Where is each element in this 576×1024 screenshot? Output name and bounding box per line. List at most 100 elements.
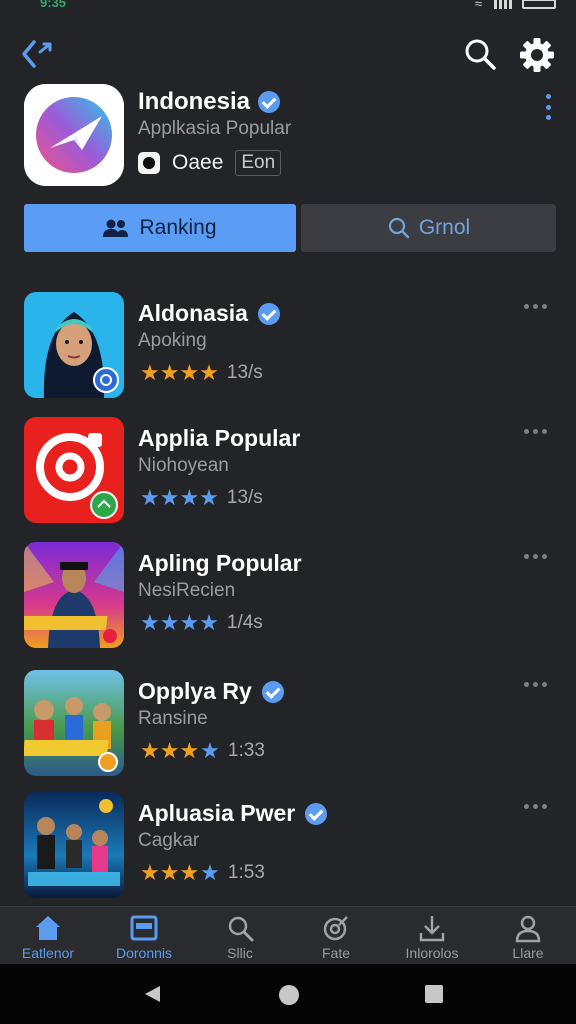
dot-icon xyxy=(545,104,551,110)
dot-icon xyxy=(542,804,547,809)
nav-label: Fate xyxy=(321,945,350,961)
list-item[interactable]: Applia Popular Niohoyean ★★★★ 13/s xyxy=(0,417,576,527)
battery-icon xyxy=(522,0,556,9)
tab-grnol[interactable]: Grnol xyxy=(301,204,556,252)
collection-header: Indonesia Applkasia Popular Oaee Eon xyxy=(0,84,576,194)
app-name: Aldonasia xyxy=(138,300,280,327)
signal-icon xyxy=(492,0,512,9)
more-options-button[interactable] xyxy=(524,429,547,434)
dot-icon xyxy=(542,682,547,687)
game-poster-icon xyxy=(24,670,124,776)
rating-count: 13/s xyxy=(226,487,263,508)
app-name-text: Apluasia Pwer xyxy=(138,800,296,826)
nav-item-eatlenor[interactable]: Eatlenor xyxy=(0,907,96,964)
bottom-navigation: Eatlenor Doronnis Sllic Fate Inlorolos L… xyxy=(0,906,576,964)
settings-button[interactable] xyxy=(516,34,558,76)
download-icon xyxy=(417,913,447,943)
app-name: Apling Popular xyxy=(138,550,302,577)
header-more-button[interactable] xyxy=(540,94,556,120)
dot-icon xyxy=(542,429,547,434)
top-bar xyxy=(0,30,576,76)
app-name-text: Opplya Ry xyxy=(138,678,252,704)
list-item[interactable]: Opplya Ry Ransine ★★★ ★ 1:33 xyxy=(0,670,576,780)
verified-badge-icon xyxy=(305,802,328,825)
status-icons: ≈ xyxy=(475,0,556,11)
nav-item-inlorolos[interactable]: Inlorolos xyxy=(384,907,480,964)
collection-icon xyxy=(24,84,124,186)
list-item[interactable]: Apling Popular NesiRecien ★★★★ 1/4s xyxy=(0,542,576,652)
dot-icon xyxy=(533,554,538,559)
people-icon xyxy=(103,219,129,237)
rating-count: 1:33 xyxy=(227,740,265,761)
collection-title-text: Indonesia xyxy=(138,88,251,115)
app-thumbnail xyxy=(24,542,124,648)
meta-badge: Eon xyxy=(235,150,282,176)
dot-icon xyxy=(545,94,551,99)
more-options-button[interactable] xyxy=(524,682,547,687)
verified-badge-icon xyxy=(257,302,280,325)
app-thumbnail xyxy=(24,792,124,898)
segment-tabs: Ranking Grnol xyxy=(24,204,556,252)
dot-icon xyxy=(524,304,529,309)
nav-label: Eatlenor xyxy=(21,945,75,961)
game-poster-icon xyxy=(24,792,124,898)
search-icon xyxy=(388,217,410,239)
nav-label: Inlorolos xyxy=(405,945,459,961)
tab-grnol-label: Grnol xyxy=(418,216,471,239)
tab-ranking[interactable]: Ranking xyxy=(24,204,296,252)
back-arrow-icon xyxy=(22,40,52,68)
app-rating: ★★★ ★ 1:53 xyxy=(140,860,265,886)
camera-icon xyxy=(138,152,160,174)
window-icon xyxy=(129,913,159,943)
back-button[interactable] xyxy=(18,34,62,74)
rating-count: 1:53 xyxy=(227,862,265,883)
more-options-button[interactable] xyxy=(524,804,547,809)
app-rating: ★★★★ 13/s xyxy=(140,485,263,511)
system-home-button[interactable] xyxy=(278,984,300,1011)
nav-item-doronnis[interactable]: Doronnis xyxy=(96,907,192,964)
triangle-back-icon xyxy=(145,986,160,1002)
dot-icon xyxy=(533,429,538,434)
list-item[interactable]: Apluasia Pwer Cagkar ★★★ ★ 1:53 xyxy=(0,792,576,902)
app-name-text: Applia Popular xyxy=(138,425,301,451)
wifi-icon: ≈ xyxy=(474,0,482,11)
dot-icon xyxy=(533,682,538,687)
dot-icon xyxy=(545,115,551,120)
system-back-button[interactable] xyxy=(142,984,162,1009)
nav-label: Doronnis xyxy=(115,945,173,961)
system-recents-button[interactable] xyxy=(424,984,444,1009)
gear-icon xyxy=(520,38,554,72)
verified-badge-icon xyxy=(258,91,281,113)
list-item[interactable]: Aldonasia Apoking ★★★★ 13/s xyxy=(0,292,576,402)
star-rating-icon: ★★★★ xyxy=(140,738,220,763)
dot-icon xyxy=(524,554,529,559)
more-options-button[interactable] xyxy=(524,304,547,309)
app-thumbnail xyxy=(24,292,124,398)
nav-label: Llare xyxy=(512,945,544,961)
search-button[interactable] xyxy=(460,34,500,74)
rating-count: 13/s xyxy=(226,362,263,383)
search-icon xyxy=(225,913,255,943)
dot-icon xyxy=(542,554,547,559)
dot-icon xyxy=(533,304,538,309)
portrait-thumbnail-icon xyxy=(24,292,124,398)
target-icon xyxy=(321,913,351,943)
dot-icon xyxy=(524,804,529,809)
app-subtitle: NesiRecien xyxy=(138,580,236,601)
more-options-button[interactable] xyxy=(524,554,547,559)
app-subtitle: Apoking xyxy=(138,330,207,351)
app-subtitle: Cagkar xyxy=(138,830,200,851)
nav-item-sllic[interactable]: Sllic xyxy=(192,907,288,964)
star-rating-icon: ★★★★ xyxy=(140,860,220,885)
dot-icon xyxy=(533,804,538,809)
nav-item-fate[interactable]: Fate xyxy=(288,907,384,964)
dot-icon xyxy=(524,682,529,687)
collection-title: Indonesia xyxy=(138,88,281,116)
app-name-text: Apling Popular xyxy=(138,550,302,576)
circle-home-icon xyxy=(279,985,299,1005)
star-rating-icon: ★★★★ xyxy=(140,610,219,635)
app-thumbnail xyxy=(24,417,124,523)
meta-text: Oaee xyxy=(172,151,224,174)
nav-item-llare[interactable]: Llare xyxy=(480,907,576,964)
system-navigation-bar xyxy=(0,964,576,1024)
